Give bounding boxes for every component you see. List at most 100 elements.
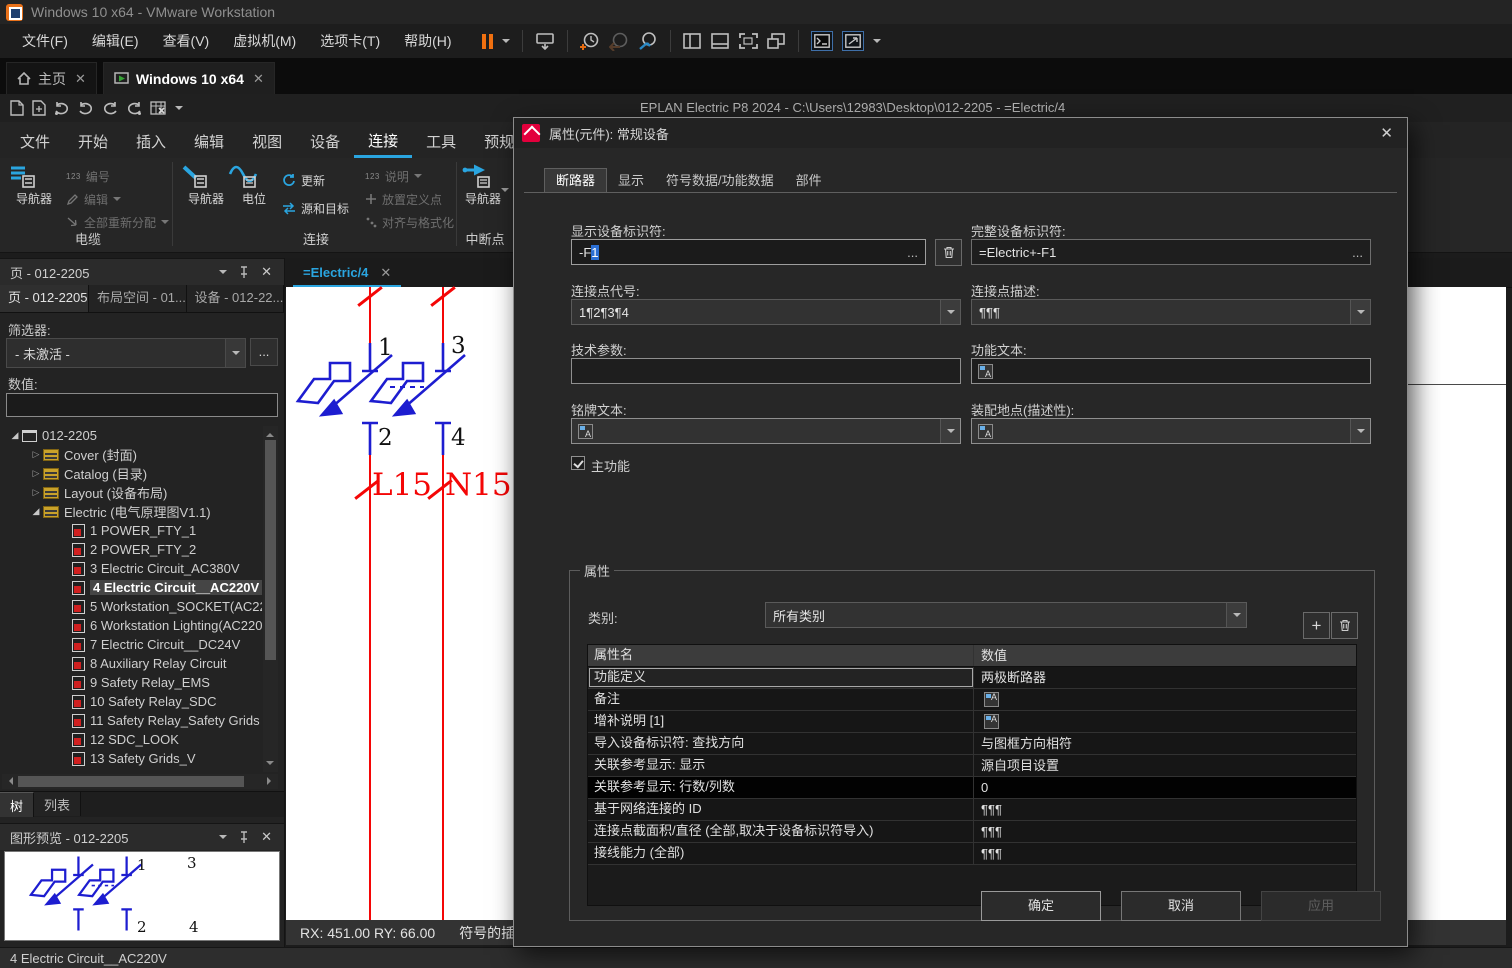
redo-icon[interactable] [102,101,118,116]
properties-row[interactable]: 关联参考显示: 显示源自项目设置 [588,755,1356,777]
engraving-combobox[interactable] [571,418,961,444]
tree-item[interactable]: ◢012-2205 [2,426,262,445]
tab-electric-4-close-icon[interactable]: ✕ [380,265,391,281]
fit-guest-button[interactable] [842,31,864,51]
fullscreen-button[interactable] [739,33,758,50]
main-function-checkbox[interactable] [571,456,585,470]
vmware-menu-item[interactable]: 选项卡(T) [308,24,392,58]
property-name-cell[interactable]: 连接点截面积/直径 (全部,取决于设备标识符导入) [588,821,974,842]
func-text-input[interactable] [971,358,1371,384]
vmware-menu-item[interactable]: 查看(V) [151,24,222,58]
dialog-tab[interactable]: 断路器 [544,168,607,193]
dialog-close-icon[interactable]: ✕ [1380,124,1393,142]
redo-list-icon[interactable] [126,101,142,116]
ok-button[interactable]: 确定 [981,891,1101,921]
insert-table-icon[interactable] [150,101,167,116]
tree-item[interactable]: ▷Cover (封面) [2,445,262,464]
ribbon-tab[interactable]: 开始 [64,128,122,158]
properties-row[interactable]: 增补说明 [1] [588,711,1356,733]
ribbon-tab[interactable]: 文件 [6,128,64,158]
visible-dt-browse-button[interactable]: ... [900,245,925,260]
scroll-left-icon[interactable] [5,777,13,785]
potential-button[interactable]: 电位 [228,164,280,207]
expander-icon[interactable]: ▷ [29,449,43,460]
tab-electric-4[interactable]: =Electric/4 ✕ [293,260,401,287]
tree-item[interactable]: 11 Safety Relay_Safety Grids [2,711,262,730]
dock-tab-tree[interactable]: 树 [0,792,34,817]
tab-vm-windows10[interactable]: Windows 10 x64 ✕ [103,62,275,94]
dialog-tab[interactable]: 符号数据/功能数据 [655,169,785,193]
cancel-button[interactable]: 取消 [1121,891,1241,921]
property-value-cell[interactable]: 两极断路器 [974,667,1356,688]
filter-combobox[interactable]: - 未激活 - [6,338,246,368]
property-name-cell[interactable]: 导入设备标识符: 查找方向 [588,733,974,754]
preview-panel-pin-icon[interactable] [239,831,249,843]
cable-numbering-button[interactable]: 123 编号 [66,166,110,186]
ribbon-tab[interactable]: 编辑 [180,128,238,158]
ribbon-tab[interactable]: 设备 [296,128,354,158]
add-property-button[interactable]: + [1303,612,1330,639]
properties-row[interactable]: 功能定义两极断路器 [588,667,1356,689]
interruption-navigator-button[interactable]: 导航器 [461,164,513,207]
pages-panel-tab[interactable]: 设备 - 012-22... [187,285,285,312]
property-value-cell[interactable]: 0 [974,777,1356,798]
expander-icon[interactable]: ▷ [29,487,43,498]
ribbon-tab[interactable]: 工具 [412,128,470,158]
property-value-cell[interactable]: 源自项目设置 [974,755,1356,776]
preview-panel-menu-icon[interactable] [219,835,227,843]
tree-item[interactable]: ◢Electric (电气原理图V1.1) [2,502,262,521]
breaker-symbol-f1[interactable] [286,327,526,467]
tab-vm-close-icon[interactable]: ✕ [253,71,264,87]
tree-item[interactable]: 8 Auxiliary Relay Circuit [2,654,262,673]
take-snapshot-button[interactable] [580,31,600,51]
properties-row[interactable]: 关联参考显示: 行数/列数0 [588,777,1356,799]
properties-row[interactable]: 连接点截面积/直径 (全部,取决于设备标识符导入)¶¶¶ [588,821,1356,843]
pages-panel-menu-icon[interactable] [219,270,227,278]
property-value-cell[interactable] [974,711,1356,732]
expander-icon[interactable]: ▷ [29,468,43,479]
scroll-up-icon[interactable] [266,429,274,437]
tree-item[interactable]: 6 Workstation Lighting(AC220 [2,616,262,635]
tree-horizontal-scrollbar[interactable] [2,774,278,789]
conn-desc-combobox[interactable]: ¶¶¶ [971,299,1371,325]
delete-dt-button[interactable] [935,239,962,266]
vmware-menu-item[interactable]: 编辑(E) [80,24,151,58]
tab-home[interactable]: 主页 ✕ [6,62,97,94]
pages-panel-pin-icon[interactable] [239,266,249,278]
tree-item[interactable]: 2 POWER_FTY_2 [2,540,262,559]
tree-item[interactable]: ▷Layout (设备布局) [2,483,262,502]
fit-dropdown-icon[interactable] [873,39,881,47]
tree-item[interactable]: ▷Catalog (目录) [2,464,262,483]
dock-tab-list[interactable]: 列表 [34,792,81,816]
tree-item[interactable]: 3 Electric Circuit_AC380V [2,559,262,578]
dialog-tab[interactable]: 部件 [785,169,833,193]
property-value-cell[interactable]: ¶¶¶ [974,843,1356,864]
property-name-cell[interactable]: 关联参考显示: 显示 [588,755,974,776]
tree-item[interactable]: 4 Electric Circuit__AC220V [2,578,262,597]
dialog-titlebar[interactable]: 属性(元件): 常规设备 [514,118,1407,148]
property-value-cell[interactable] [974,689,1356,710]
qat-dropdown-icon[interactable] [175,106,183,114]
tree-item[interactable]: 12 SDC_LOOK [2,730,262,749]
apply-button[interactable]: 应用 [1261,891,1381,921]
tree-item[interactable]: 1 POWER_FTY_1 [2,521,262,540]
property-name-cell[interactable]: 接线能力 (全部) [588,843,974,864]
ctrl-alt-del-button[interactable] [535,32,555,50]
expander-icon[interactable]: ◢ [29,506,43,517]
connection-update-button[interactable]: 更新 [282,170,325,190]
graphical-preview[interactable]: 1 3 2 4 [4,851,280,941]
scroll-down-icon[interactable] [266,761,274,769]
properties-table[interactable]: 属性名 数值 功能定义两极断路器备注增补说明 [1]导入设备标识符: 查找方向与… [587,644,1357,906]
new-page-icon[interactable] [10,100,24,116]
property-value-cell[interactable]: 与图框方向相符 [974,733,1356,754]
tree-vertical-scrollbar[interactable] [263,426,278,772]
property-name-cell[interactable]: 增补说明 [1] [588,711,974,732]
dialog-tab[interactable]: 显示 [607,169,655,193]
property-name-cell[interactable]: 关联参考显示: 行数/列数 [588,777,974,798]
vmware-menu-item[interactable]: 文件(F) [10,24,80,58]
filter-more-button[interactable]: ... [250,338,278,366]
suspend-button[interactable] [482,34,493,49]
value-input[interactable] [6,393,278,417]
console-view-button[interactable] [811,31,833,51]
properties-row[interactable]: 备注 [588,689,1356,711]
